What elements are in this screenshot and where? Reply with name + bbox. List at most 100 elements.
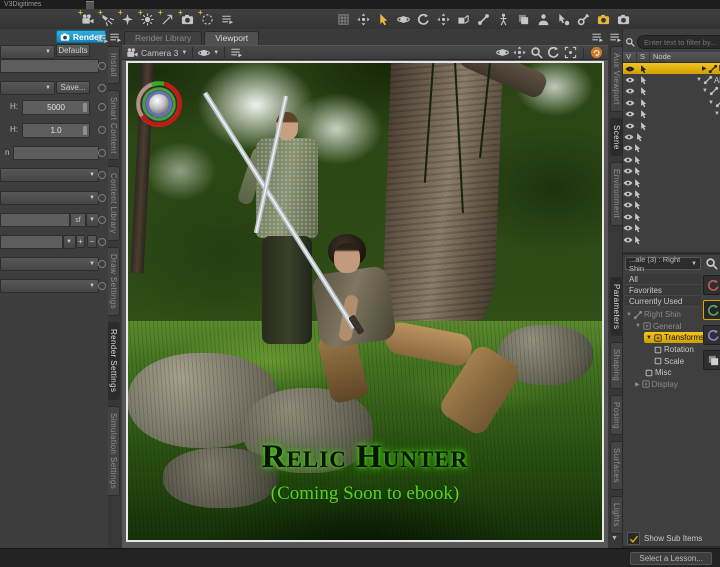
render-tool-button[interactable] [613,10,633,28]
tab-aux-viewport[interactable]: Aux Viewport [610,46,622,112]
visibility-eye-icon[interactable] [625,86,635,96]
drawstyle-icon[interactable] [198,47,210,59]
tab-smart-content[interactable]: Smart Content [108,90,120,161]
quick-filter-favorites[interactable]: Favorites [625,285,701,296]
expander-icon[interactable]: ▼ [708,100,714,106]
scene-node-row[interactable]: ▼L [623,131,720,142]
visibility-eye-icon[interactable] [625,64,635,74]
character-tool-button[interactable] [533,10,553,28]
snap-tool-button[interactable] [333,10,353,28]
scene-node-row[interactable]: ▼ [623,177,720,188]
pane-options-icon[interactable] [591,31,604,44]
name-field[interactable] [13,146,99,160]
show-sub-items-checkbox[interactable] [627,532,640,545]
list-field[interactable] [0,235,63,249]
expander-icon[interactable]: ▼ [646,335,652,341]
scene-node-row[interactable]: ▼ [623,234,720,245]
value-field[interactable] [0,213,70,227]
scale-filter-button[interactable] [703,325,720,345]
tab-posing[interactable]: Posing [610,395,622,436]
visibility-eye-icon[interactable] [625,98,635,108]
tab-overflow-arrow[interactable]: ▼ [611,535,618,542]
option-dropdown[interactable]: ▼ [0,168,99,182]
scene-filter-input[interactable] [637,35,720,49]
render-tool-active-button[interactable] [593,10,613,28]
quick-filter-currently-used[interactable]: Currently Used [625,296,701,307]
visibility-eye-icon[interactable] [623,200,633,210]
parameter-group-row[interactable]: Rotation [623,344,703,356]
tab-simulation-settings[interactable]: Simulation Settings [108,406,120,496]
search-icon[interactable] [705,257,718,270]
rotation-filter-button[interactable] [703,275,720,295]
node-selection-dropdown[interactable]: ...ale (3) : Right Shin▼ [625,257,701,270]
scene-node-row[interactable]: ▼Chest L [623,97,720,108]
light-manipulator-gizmo[interactable] [135,80,183,128]
selectability-pointer-icon[interactable] [639,64,649,74]
expander-icon[interactable]: ▶ [635,381,640,388]
translate-tool-button[interactable] [433,10,453,28]
viewport-options-ball-button[interactable] [590,46,603,61]
selectability-pointer-icon[interactable] [639,109,649,119]
tab-viewport[interactable]: Viewport [204,31,259,45]
tab-environment[interactable]: Environment [610,162,622,225]
tab-draw-settings[interactable]: Draw Settings [108,247,120,316]
height-field[interactable]: 5000 [22,100,90,115]
pane-options-icon[interactable] [109,31,122,44]
camera-selector[interactable]: Camera 3 [141,48,178,58]
param-option-circle[interactable] [98,194,106,202]
visibility-eye-icon[interactable] [623,212,633,222]
selectability-pointer-icon[interactable] [633,178,643,188]
tab-shaping[interactable]: Shaping [610,342,622,388]
param-option-circle[interactable] [98,103,106,111]
scene-node-row[interactable]: ▼Ches [623,109,720,120]
param-option-circle[interactable] [98,282,106,290]
visibility-eye-icon[interactable] [623,189,633,199]
column-header-v[interactable]: V [623,52,637,62]
defaults-button[interactable]: Defaults [56,44,90,57]
viewport-options-icon[interactable] [230,46,243,59]
expander-icon[interactable]: ▼ [702,88,708,94]
quick-filter-all[interactable]: All [625,274,701,285]
pane-options-icon[interactable] [609,31,622,44]
option-dropdown[interactable]: ▼ [0,257,99,271]
selectability-pointer-icon[interactable] [633,166,643,176]
tab-surfaces[interactable]: Surfaces [610,441,622,490]
new-distant-light-button[interactable]: + [157,10,177,28]
rotate-tool-button[interactable] [413,10,433,28]
param-option-circle[interactable] [98,216,106,224]
visibility-eye-icon[interactable] [623,235,633,245]
tab-lights[interactable]: Lights [610,496,622,534]
parameter-group-row[interactable]: Misc [623,367,703,379]
visibility-eye-icon[interactable] [625,109,635,119]
drawstyle-dropdown-caret[interactable]: ▼ [213,50,219,56]
orbit-view-button[interactable] [496,46,509,61]
save-button[interactable]: Save... [56,81,90,94]
selectability-pointer-icon[interactable] [639,98,649,108]
node-editor-tool-button[interactable] [553,10,573,28]
preset-dropdown[interactable]: ▼ [0,45,55,59]
translation-filter-button[interactable] [703,300,720,320]
scene-node-row[interactable]: ▼ [623,222,720,233]
selectability-pointer-icon[interactable] [633,223,643,233]
column-header-node[interactable]: Node [650,52,720,62]
selectability-pointer-icon[interactable] [633,200,643,210]
option-dropdown[interactable]: ▼ [0,191,99,205]
param-option-circle[interactable] [98,84,106,92]
parameter-group-row[interactable]: ▼Transforms [623,332,703,344]
selectability-pointer-icon[interactable] [633,189,643,199]
frame-view-button[interactable] [564,46,577,61]
new-null-button[interactable]: + [197,10,217,28]
expander-icon[interactable]: ▼ [714,111,720,117]
weight-brush-tool-button[interactable] [573,10,593,28]
new-sun-light-button[interactable]: + [137,10,157,28]
selectability-pointer-icon[interactable] [639,121,649,131]
visibility-eye-icon[interactable] [623,155,633,165]
tab-scene[interactable]: Scene [610,118,622,157]
viewport-canvas[interactable]: Relic Hunter (Coming Soon to ebook) [122,60,608,548]
visibility-eye-icon[interactable] [625,75,635,85]
scene-node-row[interactable]: ▼Lef [623,120,720,131]
selectability-pointer-icon[interactable] [635,132,645,142]
unit-box[interactable]: sf [70,213,86,227]
parameter-group-row[interactable]: ▼Right Shin [623,309,703,321]
param-option-circle[interactable] [98,126,106,134]
